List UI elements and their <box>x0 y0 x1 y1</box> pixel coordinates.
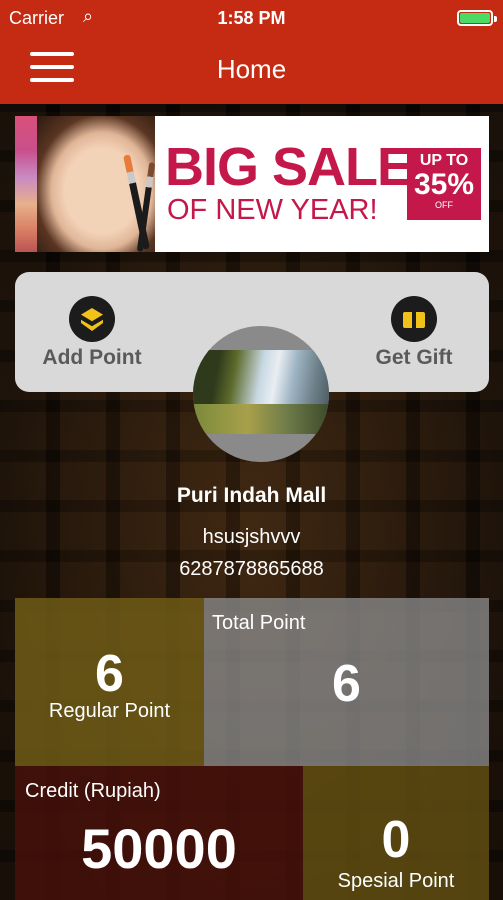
add-point-button[interactable]: Add Point <box>27 296 157 370</box>
credit-value: 50000 <box>81 817 237 880</box>
gift-icon <box>391 296 437 342</box>
banner-subheadline: OF NEW YEAR! <box>167 194 378 226</box>
total-point-label: Total Point <box>212 612 306 634</box>
special-point-value: 0 <box>381 811 411 869</box>
profile-username: hsusjshvvv <box>202 526 301 548</box>
total-point-value: 6 <box>332 655 361 713</box>
page-title: Home <box>216 54 287 84</box>
promo-banner[interactable]: BIG SALE OF NEW YEAR! UP TO 35% OFF <box>15 116 489 252</box>
regular-point-value: 6 <box>95 645 124 703</box>
badge-off-text: OFF <box>435 200 453 210</box>
credit-tile[interactable]: Credit (Rupiah) 50000 <box>15 766 303 900</box>
profile-name: Puri Indah Mall <box>176 484 327 507</box>
discount-badge: UP TO 35% OFF <box>407 148 481 220</box>
regular-point-tile[interactable]: 6 Regular Point <box>15 598 204 766</box>
get-gift-button[interactable]: Get Gift <box>349 296 479 370</box>
layers-icon <box>69 296 115 342</box>
battery-icon <box>457 10 497 26</box>
top-bar: Carrier ⌕ 1:58 PM Home <box>0 0 503 104</box>
credit-label: Credit (Rupiah) <box>25 780 161 802</box>
banner-headline: BIG SALE <box>165 137 413 197</box>
status-time: 1:58 PM <box>217 8 286 28</box>
badge-percent: 35% <box>413 168 475 201</box>
status-bar: Carrier ⌕ 1:58 PM <box>0 0 503 36</box>
get-gift-label: Get Gift <box>375 346 453 369</box>
add-point-label: Add Point <box>42 346 142 369</box>
makeup-swatches <box>15 116 37 252</box>
profile-avatar[interactable] <box>193 326 329 462</box>
regular-point-label: Regular Point <box>48 700 171 722</box>
total-point-tile[interactable]: Total Point 6 <box>204 598 489 766</box>
waterfall-photo <box>193 350 329 434</box>
special-point-label: Spesial Point <box>337 870 455 892</box>
model-face-image <box>37 116 155 252</box>
special-point-tile[interactable]: 0 Spesial Point <box>303 766 489 900</box>
profile-phone: 6287878865688 <box>179 558 324 580</box>
